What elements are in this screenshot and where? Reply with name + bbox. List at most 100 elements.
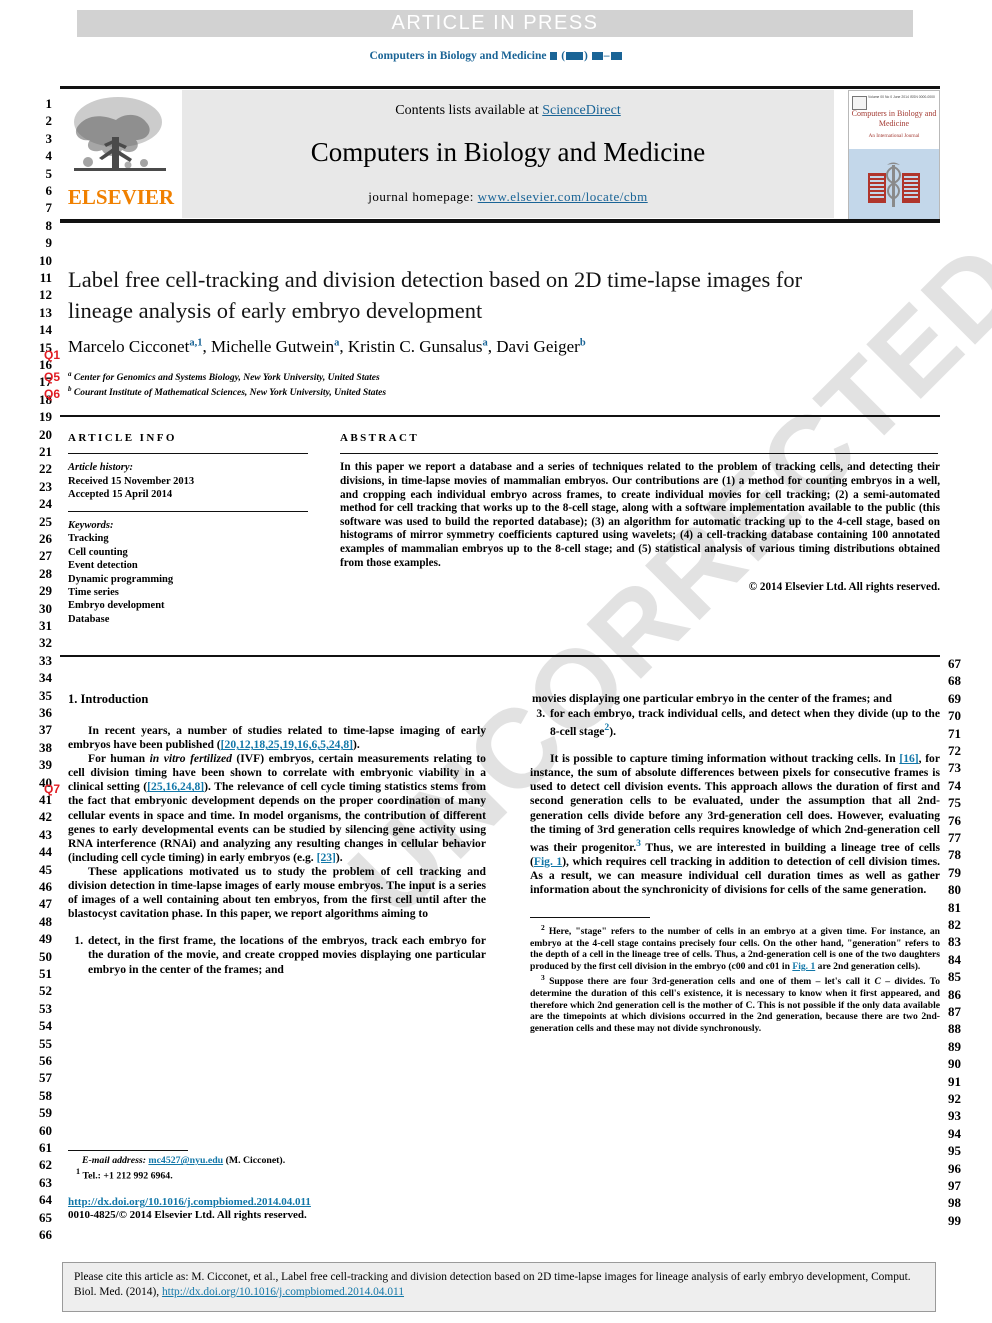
cite-doi-link[interactable]: http://dx.doi.org/10.1016/j.compbiomed.2… [162,1286,404,1298]
line-number: 42 [39,809,52,825]
line-number: 64 [39,1192,52,1208]
footnote-2b: are 2nd generation cells). [815,960,921,972]
elsevier-tree-icon [74,97,166,171]
line-number: 29 [39,583,52,599]
line-number: 50 [39,948,52,964]
affiliation-b: b Courant Institute of Mathematical Scie… [68,385,387,399]
journal-cover-thumbnail: Volume 00 No 0 June 2014 ISSN 0000-0000 … [848,90,940,220]
tel-marker: 1 [76,1167,81,1177]
line-number: 39 [39,757,52,773]
line-number: 54 [39,1018,52,1034]
elsevier-wordmark: ELSEVIER [67,185,175,209]
line-number: 76 [948,812,961,828]
line-number: 92 [948,1091,961,1106]
article-page: UNCORRECTED PROOF ARTICLE IN PRESS Compu… [0,0,992,1323]
footnote-rule-right [530,916,650,919]
line-number: 60 [39,1122,52,1138]
line-number: 90 [948,1056,961,1072]
line-number: 74 [948,777,961,793]
citation-ref[interactable]: [16] [899,752,918,765]
line-number: 47 [39,896,52,912]
line-number: 4 [45,148,53,164]
contents-prefix: Contents lists available at [395,103,543,118]
list-item: detect, in the first frame, the location… [86,934,486,976]
abstract-band-top-rule [60,415,940,417]
p4-b: , for instance, the sum of absolute diff… [530,752,940,854]
keywords-label: Keywords: [68,520,114,531]
citation-ref[interactable]: [25,16,24,8] [147,780,204,793]
line-number: 55 [39,1035,52,1051]
sciencedirect-link[interactable]: ScienceDirect [542,103,621,118]
article-in-press-label: ARTICLE IN PRESS [391,12,599,34]
line-number: 65 [39,1209,52,1225]
line-number: 66 [39,1227,52,1242]
journal-title: Computers in Biology and Medicine [310,137,706,167]
doi-block: http://dx.doi.org/10.1016/j.compbiomed.2… [68,1196,498,1221]
affiliation-b-text: Courant Institute of Mathematical Scienc… [73,388,387,399]
page-placeholder-2 [610,52,622,60]
intro-paragraph-3: These applications motivated us to study… [68,864,486,921]
line-number: 38 [39,739,52,755]
tel-line: 1 Tel.: +1 212 992 6964. [68,1167,486,1181]
doi-link[interactable]: http://dx.doi.org/10.1016/j.compbiomed.2… [68,1196,498,1208]
line-number: 19 [39,409,52,425]
line-number: 69 [948,690,961,706]
query-marker-q1[interactable]: Q1 [44,348,60,362]
query-marker-q5[interactable]: Q5 [44,370,60,384]
line-number: 91 [948,1073,961,1089]
p2-italic: in vitro fertilized [149,752,232,766]
line-number: 6 [45,183,53,198]
line-number: 58 [39,1087,52,1103]
p4-a: It is possible to capture timing informa… [550,752,900,766]
line-number: 44 [39,844,52,860]
journal-homepage-link[interactable]: www.elsevier.com/locate/cbm [478,189,648,204]
email-link[interactable]: mc4527@nyu.edu [148,1155,223,1166]
line-number: 7 [45,200,53,216]
citation-ref[interactable]: [20,12,18,25,19,16,6,5,24,8] [221,738,353,751]
line-number: 37 [39,722,52,738]
page-dash: – [603,50,610,62]
abstract-heading: ABSTRACT [340,432,420,444]
line-number: 89 [948,1038,961,1054]
p4-d: ), which requires cell tracking in addit… [530,854,941,896]
cover-issue-strip: Volume 00 No 0 June 2014 ISSN 0000-0000 [852,95,936,103]
journal-homepage-line: journal homepage: www.elsevier.com/locat… [182,189,834,205]
line-number: 67 [948,656,961,671]
line-number: 49 [39,931,52,947]
received-date: Received 15 November 2013 [68,475,195,487]
p2-a: For human [88,752,150,766]
line-number: 34 [39,670,52,686]
line-number: 24 [39,496,52,512]
line-number: 5 [45,165,53,181]
masthead-panel: Contents lists available at ScienceDirec… [182,90,834,218]
line-number: 8 [45,217,53,233]
line-number: 35 [39,687,52,703]
figure-ref[interactable]: Fig. 1 [534,855,562,868]
keyword-item: Tracking [68,533,109,545]
line-number: 23 [39,478,52,494]
query-marker-q7[interactable]: Q7 [44,782,60,796]
email-line: E-mail address: mc4527@nyu.edu (M. Cicco… [68,1155,486,1166]
figure-ref[interactable]: Fig. 1 [792,961,815,972]
cover-bottom-area [849,149,939,219]
list-item-1-tail: movies displaying one particular embryo … [532,692,892,705]
query-marker-q6[interactable]: Q6 [44,387,60,401]
line-number: 93 [948,1108,961,1124]
citation-ref[interactable]: [23] [317,851,336,864]
list-item-2b: ). [609,725,616,739]
intro-paragraph-2: For human in vitro fertilized (IVF) embr… [68,752,486,865]
article-info-block: ARTICLE INFO Article history: Received 1… [68,432,318,626]
abstract-text: In this paper we report a database and a… [340,461,940,569]
line-number: 3 [45,130,53,146]
cover-subtitle: An International Journal [868,133,920,139]
article-in-press-banner: ARTICLE IN PRESS [77,10,913,37]
aims-list-continued: movies displaying one particular embryo … [530,692,940,739]
paragraph-timing-info: It is possible to capture timing informa… [530,752,940,897]
elsevier-logo: ELSEVIER [62,90,180,218]
line-number: 36 [39,705,52,720]
line-number: 96 [948,1160,961,1176]
line-number: 68 [948,673,961,689]
line-number: 43 [39,826,52,842]
line-number: 14 [39,322,52,338]
line-number: 13 [39,304,52,320]
